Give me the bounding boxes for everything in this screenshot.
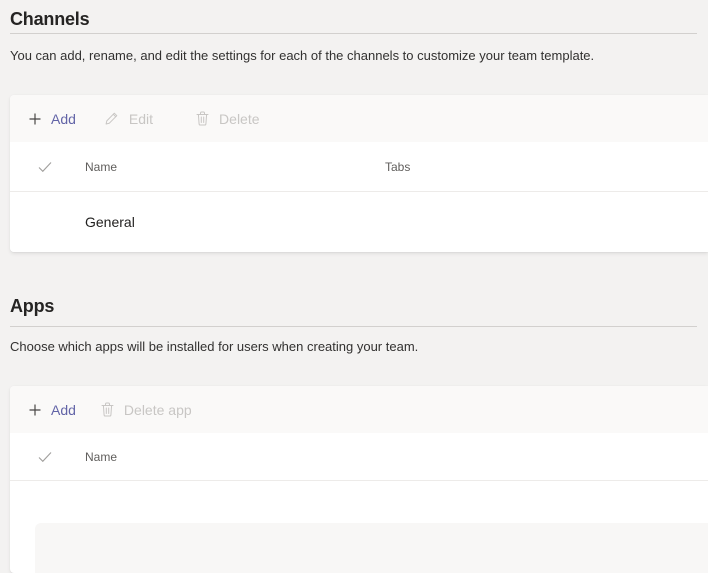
select-all-checkmark-icon[interactable] <box>38 451 52 463</box>
channels-title-divider <box>10 33 697 34</box>
delete-app-button[interactable]: Delete app <box>101 402 192 418</box>
trash-icon <box>196 111 209 126</box>
channels-table-card: Add Edit Delete Name Tabs Ge <box>10 95 708 252</box>
apps-section: Apps Choose which apps will be installed… <box>0 294 708 573</box>
column-header-tabs[interactable]: Tabs <box>385 160 505 174</box>
delete-channel-button[interactable]: Delete <box>196 111 259 127</box>
apps-title-divider <box>10 326 697 327</box>
plus-icon <box>29 404 41 416</box>
apps-empty-row <box>10 481 708 523</box>
channel-row-general[interactable]: General <box>10 192 708 252</box>
add-channel-label: Add <box>51 111 76 127</box>
apps-description: Choose which apps will be installed for … <box>10 339 697 355</box>
channels-description: You can add, rename, and edit the settin… <box>10 48 697 64</box>
add-app-label: Add <box>51 402 76 418</box>
delete-app-label: Delete app <box>124 402 192 418</box>
channels-section-title: Channels <box>10 0 708 31</box>
trash-icon <box>101 402 114 417</box>
column-header-name[interactable]: Name <box>85 160 385 174</box>
add-channel-button[interactable]: Add <box>29 111 76 127</box>
apps-toolbar: Add Delete app <box>10 386 708 433</box>
delete-channel-label: Delete <box>219 111 259 127</box>
pencil-icon <box>104 111 119 126</box>
apps-section-title: Apps <box>10 294 708 318</box>
column-header-name[interactable]: Name <box>85 450 385 464</box>
plus-icon <box>29 113 41 125</box>
apps-table-card: Add Delete app Name <box>10 386 708 573</box>
edit-channel-label: Edit <box>129 111 153 127</box>
channels-section: Channels You can add, rename, and edit t… <box>0 0 708 252</box>
add-app-button[interactable]: Add <box>29 402 76 418</box>
apps-empty-panel <box>35 523 708 573</box>
edit-channel-button[interactable]: Edit <box>104 111 153 127</box>
channels-table-header: Name Tabs <box>10 142 708 192</box>
channel-name-cell: General <box>85 214 135 230</box>
apps-table-header: Name <box>10 433 708 481</box>
select-all-checkmark-icon[interactable] <box>38 161 52 173</box>
channels-toolbar: Add Edit Delete <box>10 95 708 142</box>
